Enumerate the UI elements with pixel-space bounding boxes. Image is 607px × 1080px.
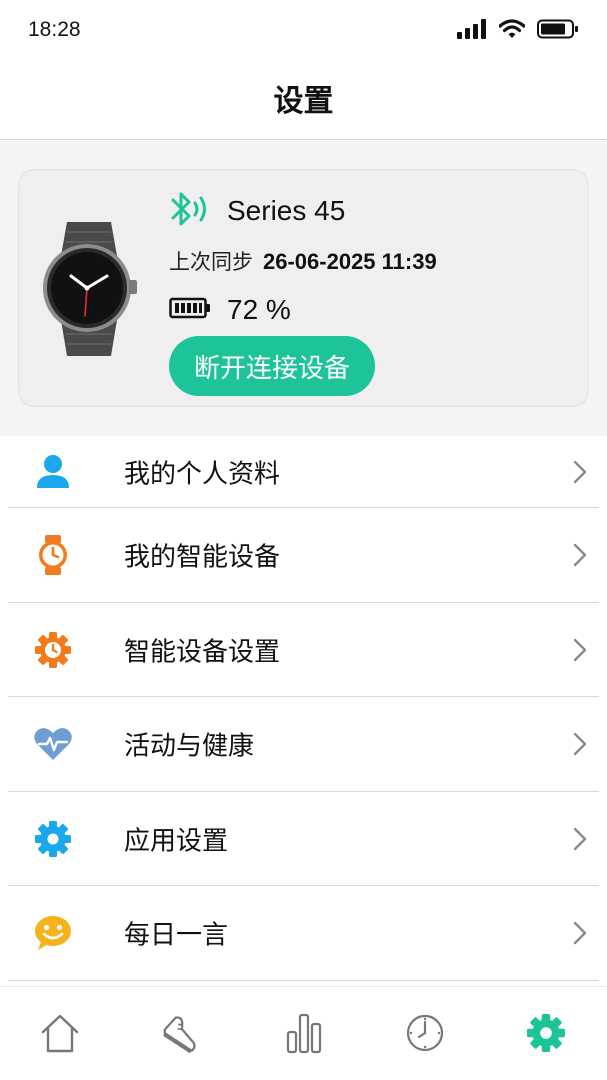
tab-settings[interactable]: [524, 1011, 568, 1055]
menu-item-app-settings[interactable]: 应用设置: [0, 792, 607, 887]
chevron-right-icon: [573, 827, 587, 850]
page-title: 设置: [273, 84, 334, 119]
chevron-right-icon: [573, 638, 587, 661]
clock-icon: [406, 1014, 444, 1052]
menu-item-label: 我的智能设备: [124, 542, 281, 573]
menu-item-profile[interactable]: 我的个人资料: [0, 436, 607, 508]
watch-image: [33, 216, 143, 360]
menu-item-device-settings[interactable]: 智能设备设置: [0, 603, 607, 698]
watch-icon: [33, 535, 73, 576]
gear-icon: [33, 819, 73, 859]
battery-level-icon: [169, 297, 211, 323]
disconnect-device-button[interactable]: 断开连接设备: [169, 336, 375, 396]
menu-item-label: 每日一言: [124, 920, 229, 951]
device-name: Series 45: [227, 195, 346, 226]
sync-row: 上次同步 26-06-2025 11:39: [169, 246, 437, 276]
smile-icon: [33, 913, 73, 953]
device-area: Series 45 上次同步 26-06-2025 11:39 72 % 断开连…: [0, 140, 607, 436]
menu-item-label: 活动与健康: [124, 731, 255, 762]
heart-pulse-icon: [33, 724, 73, 764]
menu-item-label: 我的个人资料: [124, 459, 281, 490]
menu-item-label: 智能设备设置: [124, 637, 281, 668]
settings-menu: 我的个人资料 我的智能设备 智能设备设置 活动与健康 应用设置 每日一言: [0, 436, 607, 981]
battery-icon: [537, 19, 579, 43]
chevron-right-icon: [573, 460, 587, 484]
device-settings-icon: [33, 630, 73, 670]
menu-item-my-devices[interactable]: 我的智能设备: [0, 508, 607, 603]
chevron-right-icon: [573, 733, 587, 756]
status-icons: [457, 19, 579, 43]
tab-home[interactable]: [38, 1011, 82, 1055]
home-icon: [41, 1014, 79, 1053]
device-name-row: Series 45: [169, 190, 345, 232]
battery-text: 72 %: [227, 294, 291, 325]
nav-header: 设置: [0, 60, 607, 140]
bottom-tab-bar: [0, 986, 607, 1080]
tab-statistics[interactable]: [282, 1011, 326, 1055]
bluetooth-icon: [169, 190, 213, 232]
chart-icon: [286, 1013, 322, 1054]
wifi-icon: [498, 19, 526, 43]
tab-activity[interactable]: [160, 1011, 204, 1055]
chevron-right-icon: [573, 544, 587, 567]
menu-item-label: 应用设置: [124, 826, 229, 857]
device-card[interactable]: Series 45 上次同步 26-06-2025 11:39 72 % 断开连…: [18, 169, 589, 407]
signal-icon: [457, 19, 487, 43]
settings-icon: [527, 1014, 565, 1052]
tab-clock[interactable]: [403, 1011, 447, 1055]
sync-label: 上次同步: [169, 250, 253, 274]
status-time: 18:28: [28, 18, 81, 41]
shoe-icon: [163, 1016, 196, 1054]
status-bar: 18:28: [0, 0, 607, 60]
menu-item-daily-quote[interactable]: 每日一言: [0, 886, 607, 981]
sync-value: 26-06-2025 11:39: [263, 249, 437, 274]
menu-item-activity-health[interactable]: 活动与健康: [0, 697, 607, 792]
battery-row: 72 %: [169, 294, 291, 326]
chevron-right-icon: [573, 922, 587, 945]
profile-icon: [33, 452, 73, 492]
